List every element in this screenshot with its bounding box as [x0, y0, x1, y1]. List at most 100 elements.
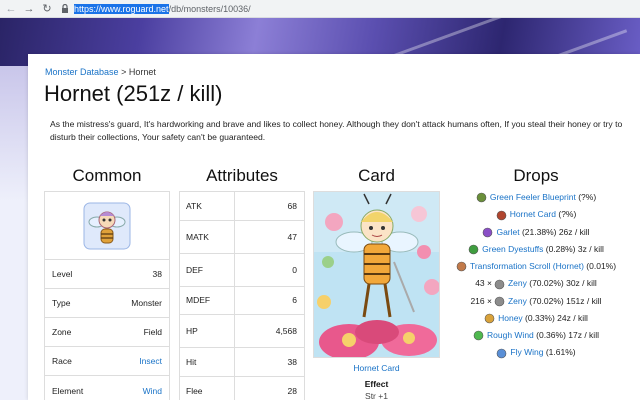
address-bar[interactable]: https://www.roguard.net/db/monsters/1003…: [74, 3, 251, 14]
drop-item-link[interactable]: Green Dyestuffs: [482, 244, 543, 254]
attr-label: MDEF: [180, 286, 235, 314]
drop-item-link[interactable]: Garlet: [496, 227, 519, 237]
drop-item: Rough Wind (0.36%) 17z / kill: [441, 329, 631, 341]
attr-label: Hit: [180, 348, 235, 376]
card-name-link[interactable]: Hornet Card: [313, 363, 440, 373]
drop-rate: (0.01%): [583, 261, 617, 271]
drop-text: 43 × Zeny (70.02%) 30z / kill: [475, 277, 597, 289]
drop-rate: (70.02%) 30z / kill: [526, 278, 597, 289]
drop-item-link[interactable]: Transformation Scroll (Hornet): [470, 261, 584, 271]
drop-quantity: 43 ×: [475, 278, 492, 289]
attr-row-hp: HP 4,568: [180, 315, 304, 348]
common-label: Level: [52, 269, 73, 279]
drop-text: Green Feeler Blueprint (?%): [476, 191, 596, 203]
drop-quantity: 216 ×: [470, 295, 492, 306]
common-label: Zone: [52, 327, 72, 337]
card-heading: Card: [358, 166, 395, 185]
drop-rate: (0.33%) 24z / kill: [522, 312, 588, 323]
forward-arrow-icon[interactable]: →: [22, 2, 36, 16]
drop-rate: (70.02%) 151z / kill: [526, 295, 602, 306]
drop-item: Garlet (21.38%) 26z / kill: [441, 226, 631, 238]
drop-text: Honey (0.33%) 24z / kill: [484, 312, 588, 324]
drop-item: Green Dyestuffs (0.28%) 3z / kill: [441, 243, 631, 255]
drop-rate: (1.61%): [543, 347, 576, 358]
monster-portrait: [45, 192, 169, 260]
rough-wind-icon: [473, 330, 484, 341]
race-link[interactable]: Insect: [139, 356, 162, 366]
content-panel: Monster Database > Hornet Hornet (251z /…: [28, 54, 640, 400]
attr-label: DEF: [180, 253, 235, 286]
url-path: /db/monsters/10036/: [168, 3, 251, 14]
drop-rate: (21.38%) 26z / kill: [519, 226, 590, 237]
element-link[interactable]: Wind: [143, 386, 162, 396]
drop-rate: (?%): [556, 209, 577, 220]
drop-rate: (0.28%) 3z / kill: [543, 243, 604, 254]
drop-item-link[interactable]: Fly Wing: [510, 347, 543, 357]
common-row-zone: Zone Field: [45, 318, 169, 347]
effect-value: Str +1: [365, 391, 388, 400]
drop-item: 43 × Zeny (70.02%) 30z / kill: [441, 277, 631, 289]
scroll-icon: [456, 261, 467, 272]
drop-text: Rough Wind (0.36%) 17z / kill: [473, 329, 599, 341]
common-row-race: Race Insect: [45, 347, 169, 376]
drop-rate: (?%): [575, 192, 597, 202]
hornet-card-illustration: [314, 192, 439, 357]
drop-item-link[interactable]: Zeny: [508, 278, 527, 288]
attr-label: HP: [180, 315, 235, 347]
common-label: Element: [52, 385, 84, 396]
browser-toolbar: ← → ↻ https://www.roguard.net/db/monster…: [0, 0, 640, 18]
common-table: Level 38 Type Monster Zone Field Race In…: [44, 191, 170, 400]
zeny-icon: [494, 296, 505, 307]
honey-icon: [484, 313, 495, 324]
attr-value: 28: [287, 385, 297, 396]
common-value: 38: [152, 269, 162, 279]
drop-item: Hornet Card (?%): [441, 208, 631, 220]
drop-text: Hornet Card (?%): [496, 208, 577, 220]
hornet-portrait-icon: [83, 202, 131, 249]
drop-item: Green Feeler Blueprint (?%): [441, 191, 631, 203]
dyestuff-icon: [468, 244, 479, 255]
back-arrow-icon[interactable]: ←: [4, 2, 18, 16]
breadcrumb-current: Hornet: [128, 67, 156, 77]
common-label: Type: [52, 298, 71, 308]
drop-text: Fly Wing (1.61%): [496, 346, 576, 359]
breadcrumb-monster-database[interactable]: Monster Database: [45, 67, 119, 77]
effect-heading: Effect: [364, 379, 389, 389]
drop-item-link[interactable]: Honey: [498, 313, 523, 323]
attributes-heading: Attributes: [206, 166, 278, 185]
attr-row-matk: MATK 47: [180, 220, 304, 254]
blueprint-icon: [476, 192, 487, 203]
attr-row-hit: Hit 38: [180, 348, 304, 377]
lock-icon[interactable]: [60, 4, 70, 14]
monster-description: As the mistress's guard, It's hardworkin…: [50, 119, 623, 142]
common-value: Field: [143, 327, 162, 337]
breadcrumb-separator: >: [121, 67, 127, 77]
attr-row-flee: Flee 28: [180, 376, 304, 400]
attr-label: ATK: [180, 192, 235, 220]
drop-item-link[interactable]: Rough Wind: [487, 330, 534, 340]
common-row-type: Type Monster: [45, 289, 169, 318]
fly-wing-icon: [496, 348, 507, 359]
drop-item-link[interactable]: Green Feeler Blueprint: [490, 192, 576, 202]
drop-item-link[interactable]: Zeny: [508, 296, 527, 306]
attr-value: 6: [292, 295, 297, 306]
drop-text: Garlet (21.38%) 26z / kill: [482, 226, 590, 238]
card-image[interactable]: [313, 191, 440, 358]
zeny-icon: [494, 279, 505, 290]
breadcrumb: Monster Database > Hornet: [45, 67, 156, 77]
drops-list: Green Feeler Blueprint (?%) Hornet Card (…: [441, 191, 631, 364]
drop-item: Fly Wing (1.61%): [441, 346, 631, 358]
attributes-table: ATK 68 MATK 47 DEF 0 MDEF 6 HP 4,568 Hit 38 Fl…: [179, 191, 305, 400]
attr-value: 68: [287, 200, 297, 211]
drop-text: 216 × Zeny (70.02%) 151z / kill: [470, 295, 602, 307]
common-heading: Common: [72, 166, 142, 185]
drop-item: Honey (0.33%) 24z / kill: [441, 312, 631, 324]
drop-rate: (0.36%) 17z / kill: [533, 330, 599, 340]
drop-item: 216 × Zeny (70.02%) 151z / kill: [441, 295, 631, 307]
attr-value: 0: [292, 264, 297, 275]
drop-text: Transformation Scroll (Hornet) (0.01%): [456, 260, 616, 272]
drop-item: Transformation Scroll (Hornet) (0.01%): [441, 260, 631, 272]
reload-icon[interactable]: ↻: [40, 2, 54, 16]
drops-heading: Drops: [513, 166, 559, 185]
drop-item-link[interactable]: Hornet Card: [510, 209, 556, 219]
